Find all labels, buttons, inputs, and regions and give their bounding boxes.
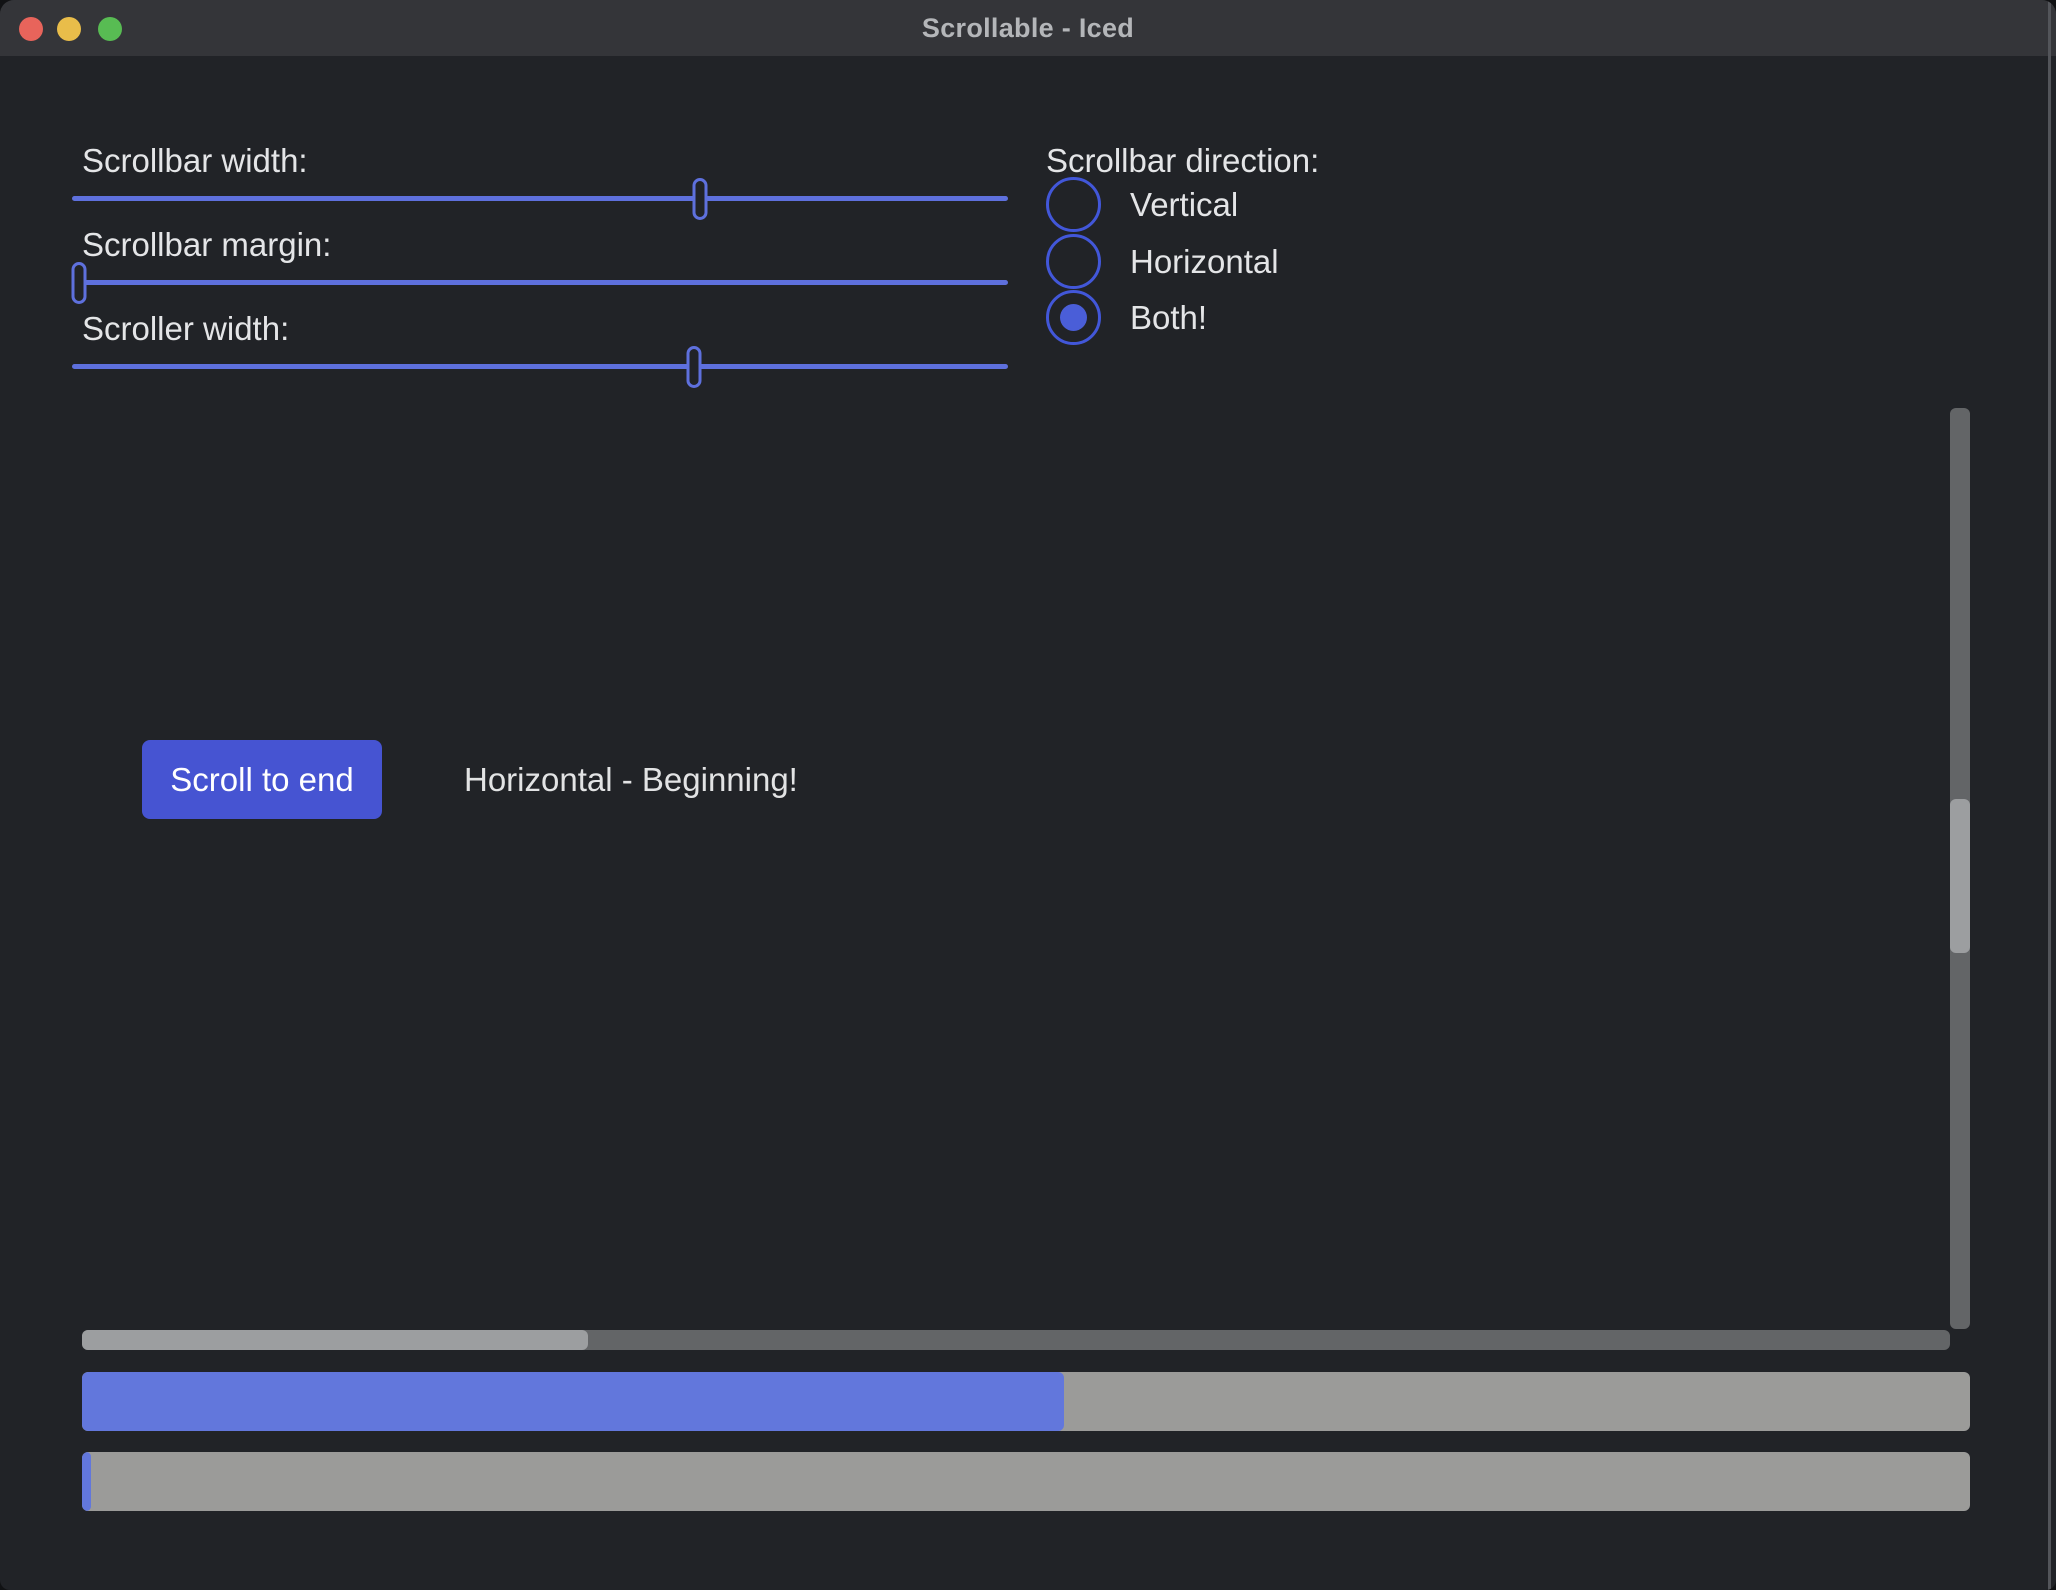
titlebar: Scrollable - Iced [0, 0, 2056, 56]
close-window-icon[interactable] [19, 17, 43, 41]
radio-vertical-label[interactable]: Vertical [1130, 177, 1238, 232]
scrollbar-margin-slider-handle[interactable] [71, 262, 86, 304]
horizontal-scrollbar[interactable] [82, 1330, 1950, 1350]
scrollbar-margin-slider[interactable] [72, 280, 1008, 285]
scroller-width-slider-handle[interactable] [686, 346, 701, 388]
scroller-width-label: Scroller width: [82, 307, 289, 351]
scrollbar-margin-label: Scrollbar margin: [82, 223, 331, 267]
radio-both-label[interactable]: Both! [1130, 290, 1207, 345]
minimize-window-icon[interactable] [57, 17, 81, 41]
window-title: Scrollable - Iced [0, 0, 2056, 56]
radio-vertical[interactable] [1046, 177, 1101, 232]
scroller-width-slider[interactable] [72, 364, 1008, 369]
scroll-to-end-button[interactable]: Scroll to end [142, 740, 382, 819]
app-window: Scrollable - Iced Scrollbar width: Scrol… [0, 0, 2056, 1590]
vertical-scrollbar[interactable] [1950, 408, 1970, 1329]
horizontal-progress-bar [82, 1372, 1970, 1431]
radio-both[interactable] [1046, 290, 1101, 345]
scrollbar-width-slider[interactable] [72, 196, 1008, 201]
window-right-border [2048, 0, 2051, 1590]
scrollbar-width-slider-handle[interactable] [693, 178, 708, 220]
horizontal-scroller-thumb[interactable] [82, 1330, 588, 1350]
vertical-progress-bar [82, 1452, 1970, 1511]
zoom-window-icon[interactable] [98, 17, 122, 41]
scroll-status-text: Horizontal - Beginning! [464, 740, 798, 819]
scrollbar-width-label: Scrollbar width: [82, 139, 308, 183]
vertical-progress-fill [82, 1452, 91, 1511]
vertical-scroller-thumb[interactable] [1950, 799, 1970, 953]
radio-horizontal-label[interactable]: Horizontal [1130, 234, 1279, 289]
radio-horizontal[interactable] [1046, 234, 1101, 289]
horizontal-progress-fill [82, 1372, 1064, 1431]
